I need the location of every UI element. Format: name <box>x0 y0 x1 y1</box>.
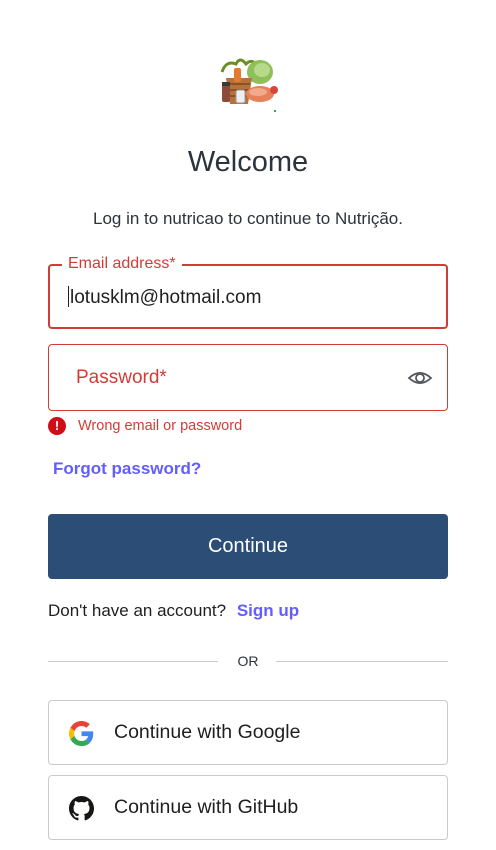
page-subtitle: Log in to nutricao to continue to Nutriç… <box>93 209 403 228</box>
google-icon <box>69 721 94 746</box>
error-message: ! Wrong email or password <box>48 416 242 436</box>
password-field[interactable]: Password* <box>48 344 448 411</box>
email-field[interactable]: Email address* lotusklm@hotmail.com <box>48 253 448 329</box>
error-icon: ! <box>48 417 66 435</box>
email-input[interactable]: lotusklm@hotmail.com <box>68 286 261 309</box>
error-text: Wrong email or password <box>78 418 243 434</box>
signup-prompt: Don't have an account? <box>48 601 227 620</box>
forgot-password-link[interactable]: Forgot password? <box>53 459 201 479</box>
page-title: Welcome <box>187 146 309 178</box>
github-icon <box>69 796 94 821</box>
or-divider: OR <box>48 652 448 672</box>
signup-row: Don't have an account? Sign up <box>48 601 299 621</box>
eye-icon[interactable] <box>407 366 433 390</box>
email-value: lotusklm@hotmail.com <box>70 287 262 308</box>
continue-button[interactable]: Continue <box>48 514 448 579</box>
email-label: Email address* <box>62 253 182 275</box>
divider-line-right <box>276 661 448 662</box>
continue-with-github-button[interactable]: Continue with GitHub <box>48 775 448 840</box>
password-label: Password* <box>76 367 167 388</box>
github-button-label: Continue with GitHub <box>114 796 299 818</box>
continue-with-google-button[interactable]: Continue with Google <box>48 700 448 765</box>
signup-link[interactable]: Sign up <box>237 601 299 620</box>
food-basket-logo <box>216 50 280 114</box>
google-button-label: Continue with Google <box>114 721 301 743</box>
text-caret <box>68 286 69 307</box>
